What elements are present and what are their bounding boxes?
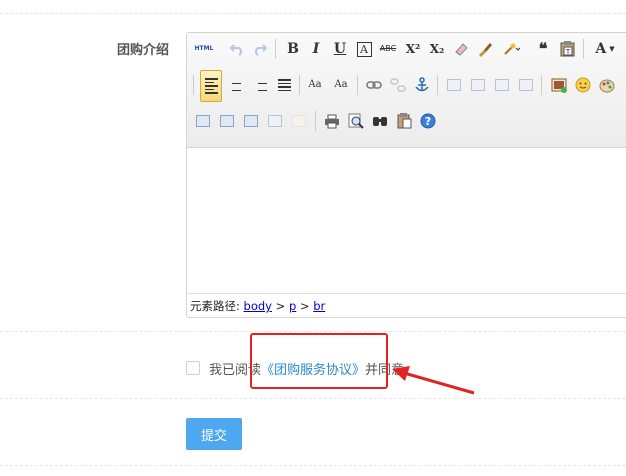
toolbar-separator [299,75,300,95]
insert-column-icon[interactable] [241,111,261,131]
help-icon[interactable]: ? [418,111,438,131]
underline-icon[interactable]: U [330,39,350,59]
divider-editor-bottom [0,331,626,332]
agree-checkbox[interactable] [186,361,200,375]
annotation-arrow-icon [392,366,475,395]
text-direction-ltr-icon[interactable]: Aa [305,75,325,95]
bold-icon[interactable]: B [283,39,303,59]
align-left-icon[interactable] [200,70,222,102]
svg-text:?: ? [425,115,431,128]
delete-table-icon[interactable] [289,111,309,131]
search-replace-icon[interactable] [370,111,390,131]
link-icon[interactable] [364,75,384,95]
divider-top [0,13,626,14]
insert-row-icon[interactable] [217,111,237,131]
paste-word-icon[interactable] [394,111,414,131]
font-border-icon[interactable]: A [354,39,374,59]
element-path-bar: 元素路径: body > p > br [187,293,626,317]
submit-button[interactable]: 提交 [186,418,242,450]
unlink-icon[interactable] [388,75,408,95]
print-icon[interactable] [322,111,342,131]
path-item-body[interactable]: body [244,299,272,313]
preview-icon[interactable] [346,111,366,131]
align-right-icon[interactable] [250,75,270,95]
toolbar-separator [315,111,316,131]
image-float-left-icon[interactable] [468,75,488,95]
path-item-br[interactable]: br [313,299,325,313]
path-separator: > [299,299,310,313]
insert-image-icon[interactable] [549,75,569,95]
format-brush-icon[interactable] [475,39,495,59]
auto-format-icon[interactable] [499,39,525,59]
path-separator: > [275,299,286,313]
strikethrough-icon[interactable]: ABC [378,39,398,59]
toolbar-separator [583,39,584,59]
insert-table-icon[interactable] [193,111,213,131]
svg-text:T: T [564,48,570,56]
paste-plain-icon[interactable]: T [557,39,577,59]
toolbar-separator [357,75,358,95]
align-center-icon[interactable] [226,75,246,95]
editor-toolbar: HTML B I U A ABC X² X₂ ❝ T A ▼ Aa Aa ? [187,33,626,148]
toolbar-separator [437,75,438,95]
intro-label: 团购介绍 [117,43,170,58]
image-float-right-icon[interactable] [492,75,512,95]
rich-text-editor[interactable]: HTML B I U A ABC X² X₂ ❝ T A ▼ Aa Aa ? 元… [186,32,626,318]
divider-bottom [0,465,626,466]
italic-icon[interactable]: I [306,39,326,59]
toolbar-separator [193,75,194,95]
divider-agree-bottom [0,398,626,399]
anchor-icon[interactable] [412,75,432,95]
merge-cells-icon[interactable] [265,111,285,131]
blockquote-icon[interactable]: ❝ [533,39,553,59]
emotion-icon[interactable] [573,75,593,95]
path-item-p[interactable]: p [289,299,296,313]
redo-icon[interactable] [250,39,270,59]
annotation-highlight-box [250,333,388,389]
eraser-icon[interactable] [451,39,471,59]
align-justify-icon[interactable] [274,75,294,95]
toolbar-separator [541,75,542,95]
element-path-prefix: 元素路径: [190,299,240,313]
scrawl-icon[interactable] [597,75,617,95]
image-center-icon[interactable] [516,75,536,95]
undo-icon[interactable] [227,39,247,59]
font-size-icon[interactable]: A ▼ [591,39,619,59]
superscript-icon[interactable]: X² [403,39,423,59]
toolbar-separator [275,39,276,59]
subscript-icon[interactable]: X₂ [427,39,447,59]
html-source-icon[interactable]: HTML [193,39,215,59]
image-float-none-icon[interactable] [444,75,464,95]
text-direction-rtl-icon[interactable]: Aa [331,75,351,95]
